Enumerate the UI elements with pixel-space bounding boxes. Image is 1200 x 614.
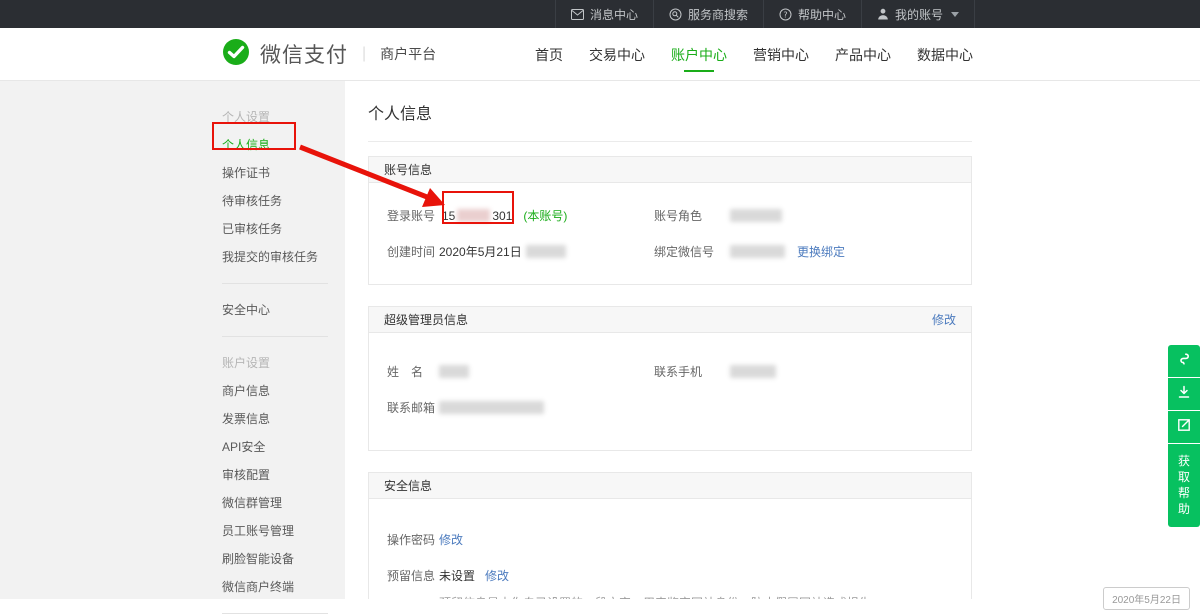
sidebar-item-security-center[interactable]: 安全中心 [222,296,345,324]
rebind-link[interactable]: 更换绑定 [797,243,845,260]
operation-password-label: 操作密码 [387,531,439,548]
help-center-button[interactable]: ? 帮助中心 [763,0,861,28]
feedback-button[interactable] [1168,411,1200,443]
my-account-label: 我的账号 [895,6,943,23]
reserved-info-status: 未设置 [439,567,475,584]
account-info-section-title: 账号信息 [384,161,432,178]
page-body: 个人设置 个人信息 操作证书 待审核任务 已审核任务 我提交的审核任务 安全中心… [0,81,1200,599]
sidebar: 个人设置 个人信息 操作证书 待审核任务 已审核任务 我提交的审核任务 安全中心… [0,81,345,599]
sidebar-item-pending-review-tasks[interactable]: 待审核任务 [222,187,345,215]
wechat-pay-logo-icon [222,38,250,71]
bound-wechat-label: 绑定微信号 [654,243,730,260]
mail-icon [571,9,584,20]
login-account-value: 15 301 [439,209,515,223]
site-header: 微信支付 | 商户平台 首页 交易中心 账户中心 营销中心 产品中心 数据中心 [0,28,1200,81]
sidebar-item-invoice-info[interactable]: 发票信息 [222,405,345,433]
login-account-label: 登录账号 [387,207,439,224]
redacted-admin-name [439,365,469,378]
redacted-bound-wechat [730,245,785,258]
sidebar-item-wechat-merchant-terminal[interactable]: 微信商户终端 [222,573,345,601]
sidebar-item-reviewed-tasks[interactable]: 已审核任务 [222,215,345,243]
brand-name: 微信支付 [260,39,348,69]
page-title: 个人信息 [368,81,972,142]
nav-transaction-center[interactable]: 交易中心 [587,28,647,81]
sidebar-menu: 个人设置 个人信息 操作证书 待审核任务 已审核任务 我提交的审核任务 安全中心… [222,103,345,614]
download-icon [1177,385,1191,404]
chevron-down-icon [951,12,959,17]
reserved-info-description: 预留信息是由你自己设置的一段文字，用来鉴定网站身份，防止假冒网站造成损失。 配置… [439,594,956,599]
floating-help-widget: 获取帮助 [1168,345,1200,527]
message-center-label: 消息中心 [590,6,638,23]
security-info-section-title: 安全信息 [384,477,432,494]
primary-nav: 首页 交易中心 账户中心 营销中心 产品中心 数据中心 [533,28,975,81]
quick-link-button[interactable] [1168,345,1200,377]
sidebar-divider [222,283,328,284]
nav-account-center[interactable]: 账户中心 [669,28,729,81]
get-help-label: 获取帮助 [1178,453,1191,517]
sidebar-group-personal-settings: 个人设置 [222,103,345,131]
message-center-button[interactable]: 消息中心 [555,0,653,28]
nav-data-center[interactable]: 数据中心 [915,28,975,81]
link-icon [1177,352,1191,371]
reserved-info-label: 预留信息 [387,567,439,584]
get-help-button[interactable]: 获取帮助 [1168,444,1200,527]
download-button[interactable] [1168,378,1200,410]
created-time-value: 2020年5月21日 [439,243,566,260]
sidebar-item-personal-info[interactable]: 个人信息 [222,131,345,159]
brand-divider: | [362,45,366,63]
sidebar-item-face-smart-device[interactable]: 刷脸智能设备 [222,545,345,573]
brand[interactable]: 微信支付 | 商户平台 [222,38,436,71]
super-admin-section-title: 超级管理员信息 [384,311,468,328]
sidebar-item-wechat-group-mgmt[interactable]: 微信群管理 [222,489,345,517]
sidebar-item-my-submitted-tasks[interactable]: 我提交的审核任务 [222,243,345,271]
edit-icon [1177,418,1191,437]
super-admin-section: 超级管理员信息 修改 姓 名 联系手机 [368,306,972,451]
sidebar-item-api-security[interactable]: API安全 [222,433,345,461]
nav-product-center[interactable]: 产品中心 [833,28,893,81]
sidebar-item-operation-certificate[interactable]: 操作证书 [222,159,345,187]
user-icon [877,8,889,20]
contact-phone-label: 联系手机 [654,363,730,380]
redacted-login-middle [457,209,490,222]
current-account-tag: (本账号) [523,207,567,224]
security-info-section: 安全信息 操作密码 修改 预留信息 未设置 修改 [368,472,972,599]
main-content: 个人信息 账号信息 登录账号 15 301 [345,81,1200,599]
reserved-info-edit-link[interactable]: 修改 [485,567,509,584]
nav-marketing-center[interactable]: 营销中心 [751,28,811,81]
my-account-menu[interactable]: 我的账号 [861,0,975,28]
brand-subtitle: 商户平台 [380,44,436,64]
nav-home[interactable]: 首页 [533,28,565,81]
sidebar-item-staff-account-mgmt[interactable]: 员工账号管理 [222,517,345,545]
redacted-contact-phone [730,365,776,378]
help-icon: ? [779,8,792,21]
admin-name-label: 姓 名 [387,363,439,380]
redacted-contact-email [439,401,544,414]
redacted-account-role [730,209,782,222]
created-time-label: 创建时间 [387,243,439,260]
help-center-label: 帮助中心 [798,6,846,23]
sidebar-divider [222,336,328,337]
svg-text:?: ? [783,10,787,19]
service-provider-search-button[interactable]: 服务商搜索 [653,0,763,28]
contact-email-label: 联系邮箱 [387,399,439,416]
service-provider-search-label: 服务商搜索 [688,6,748,23]
super-admin-edit-link[interactable]: 修改 [932,311,956,328]
sidebar-group-account-settings: 账户设置 [222,349,345,377]
account-role-label: 账号角色 [654,207,730,224]
redacted-created-time [526,245,566,258]
sidebar-item-merchant-info[interactable]: 商户信息 [222,377,345,405]
operation-password-edit-link[interactable]: 修改 [439,531,463,548]
sidebar-item-review-config[interactable]: 审核配置 [222,461,345,489]
top-utility-bar: 消息中心 服务商搜索 ? 帮助中心 我的账号 [0,0,1200,28]
search-icon [669,8,682,21]
account-info-section: 账号信息 登录账号 15 301 (本账号) [368,156,972,285]
